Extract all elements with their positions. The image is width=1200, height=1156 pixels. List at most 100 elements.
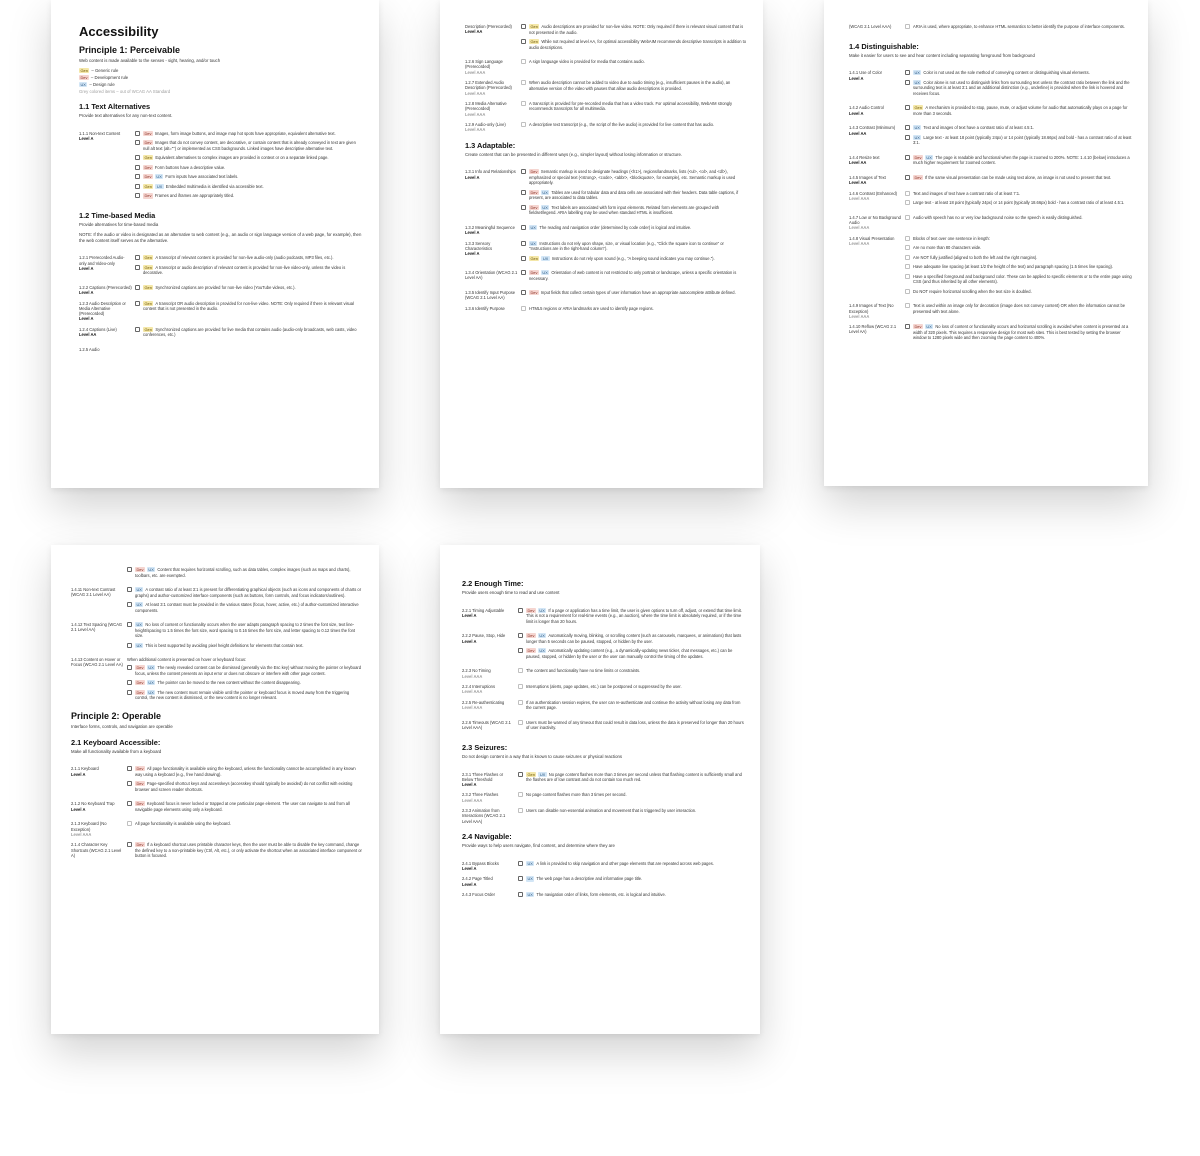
checkbox[interactable] xyxy=(905,324,910,330)
criterion-label: 2.1.2 No Keyboard Trap Level A xyxy=(71,801,127,812)
checklist-item-text: Dev If a keyboard shortcut uses printable… xyxy=(135,842,363,859)
checkbox[interactable] xyxy=(905,190,910,196)
checkbox[interactable] xyxy=(135,164,140,170)
item-description: If the same visual presentation can be m… xyxy=(924,174,1112,180)
checkbox[interactable] xyxy=(905,105,910,111)
checkbox[interactable] xyxy=(521,24,526,29)
checkbox[interactable] xyxy=(905,70,910,76)
checkbox[interactable] xyxy=(518,876,523,882)
checkbox[interactable] xyxy=(521,204,526,210)
checkbox[interactable] xyxy=(518,719,523,725)
criterion-name: 2.2.1 Timing Adjustable xyxy=(462,607,505,613)
checklist-item-text: All page functionality is available usin… xyxy=(135,821,231,827)
checkbox[interactable] xyxy=(135,255,140,261)
checkbox[interactable] xyxy=(521,224,526,230)
criterion-items: UX Color is not used as the sole method o… xyxy=(905,70,1132,100)
item-description: Large text - at least 18 point (typicall… xyxy=(913,134,1132,146)
checklist-item: UX A link is provided to skip navigation … xyxy=(518,860,744,867)
checkbox[interactable] xyxy=(518,607,523,613)
checkbox[interactable] xyxy=(127,622,132,628)
checkbox[interactable] xyxy=(135,264,140,270)
checklist-item-text: Dev Page-specified shortcut keys and acce… xyxy=(135,781,363,792)
checkbox[interactable] xyxy=(521,39,526,45)
checklist-item: Have adequate line spacing (at least 1/2… xyxy=(905,264,1132,270)
checkbox[interactable] xyxy=(521,59,526,65)
checkbox[interactable] xyxy=(521,80,526,85)
checkbox[interactable] xyxy=(127,781,132,787)
checkbox[interactable] xyxy=(127,801,132,807)
conformance-level: Level A xyxy=(79,265,94,271)
checkbox[interactable] xyxy=(135,193,140,199)
checkbox[interactable] xyxy=(905,235,910,241)
checklist-item-text: Gen Synchronized captions are provided fo… xyxy=(143,284,296,291)
section-heading: 2.1 Keyboard Accessible: xyxy=(71,737,161,747)
checkbox[interactable] xyxy=(518,633,523,639)
checkbox[interactable] xyxy=(127,680,132,686)
checkbox[interactable] xyxy=(127,642,132,648)
checkbox[interactable] xyxy=(518,684,523,690)
checklist-item-text: Dev UX Form inputs have associated text la… xyxy=(143,174,238,180)
checkbox[interactable] xyxy=(135,140,140,146)
checkbox[interactable] xyxy=(521,270,526,276)
checklist-item-text: UX The reading and navigation order (dete… xyxy=(529,224,691,231)
checklist-row: 1.3.4 Orientation (WCAG 2.1 Level AA) Dev… xyxy=(465,270,747,285)
checkbox[interactable] xyxy=(135,284,140,290)
checklist-item-text: Text is used within an image only for de… xyxy=(913,303,1132,314)
section-heading: 1.1 Text Alternatives xyxy=(79,102,151,112)
checkbox[interactable] xyxy=(135,326,140,332)
checkbox[interactable] xyxy=(905,24,910,29)
checkbox[interactable] xyxy=(905,134,910,140)
checkbox[interactable] xyxy=(127,821,132,827)
checkbox[interactable] xyxy=(905,254,910,260)
ux-tag-badge: UX xyxy=(541,255,550,261)
checkbox[interactable] xyxy=(518,771,523,777)
checkbox[interactable] xyxy=(905,79,910,85)
checkbox[interactable] xyxy=(521,169,526,175)
checkbox[interactable] xyxy=(518,808,523,814)
checkbox[interactable] xyxy=(518,699,523,705)
checkbox[interactable] xyxy=(905,214,910,220)
checkbox[interactable] xyxy=(521,240,526,246)
checkbox[interactable] xyxy=(521,255,526,261)
checkbox[interactable] xyxy=(135,155,140,161)
checklist-item: Dev Images that do not convey content, ar… xyxy=(135,140,363,151)
item-description: Images that do not convey content, are d… xyxy=(143,140,356,151)
conformance-level: Level AAA xyxy=(849,225,870,231)
checkbox[interactable] xyxy=(127,665,132,671)
checkbox[interactable] xyxy=(905,200,910,206)
conformance-level: Level AA xyxy=(465,29,483,35)
checkbox[interactable] xyxy=(905,303,910,309)
checkbox[interactable] xyxy=(905,154,910,160)
checkbox[interactable] xyxy=(135,174,140,180)
checkbox[interactable] xyxy=(521,100,526,106)
checkbox[interactable] xyxy=(127,602,132,608)
checkbox[interactable] xyxy=(905,245,910,251)
checkbox[interactable] xyxy=(135,183,140,189)
checkbox[interactable] xyxy=(135,130,140,136)
checkbox[interactable] xyxy=(905,125,910,131)
item-description: Have a specified foreground and backgrou… xyxy=(913,273,1132,285)
checkbox[interactable] xyxy=(521,305,526,311)
checkbox[interactable] xyxy=(135,300,140,306)
checklist-item: UX Color is not used as the sole method o… xyxy=(905,70,1132,76)
checkbox[interactable] xyxy=(127,587,132,593)
checkbox[interactable] xyxy=(127,766,132,772)
checkbox[interactable] xyxy=(518,860,523,866)
criterion-label: 1.4.3 Contrast (Minimum) Level AA xyxy=(849,125,905,136)
checkbox[interactable] xyxy=(521,121,526,127)
criterion-name: 1.3.2 Meaningful Sequence xyxy=(465,224,515,230)
checkbox[interactable] xyxy=(521,290,526,296)
section-description: Provide users enough time to read and us… xyxy=(462,590,560,595)
checkbox[interactable] xyxy=(905,288,910,294)
checkbox[interactable] xyxy=(905,174,910,180)
checkbox[interactable] xyxy=(127,567,132,572)
checkbox[interactable] xyxy=(905,273,910,279)
checkbox[interactable] xyxy=(518,668,523,674)
checkbox[interactable] xyxy=(905,264,910,270)
checkbox[interactable] xyxy=(127,842,132,848)
checkbox[interactable] xyxy=(518,892,523,898)
checkbox[interactable] xyxy=(521,189,526,195)
checkbox[interactable] xyxy=(518,792,523,798)
checkbox[interactable] xyxy=(518,648,523,654)
checkbox[interactable] xyxy=(127,689,132,695)
